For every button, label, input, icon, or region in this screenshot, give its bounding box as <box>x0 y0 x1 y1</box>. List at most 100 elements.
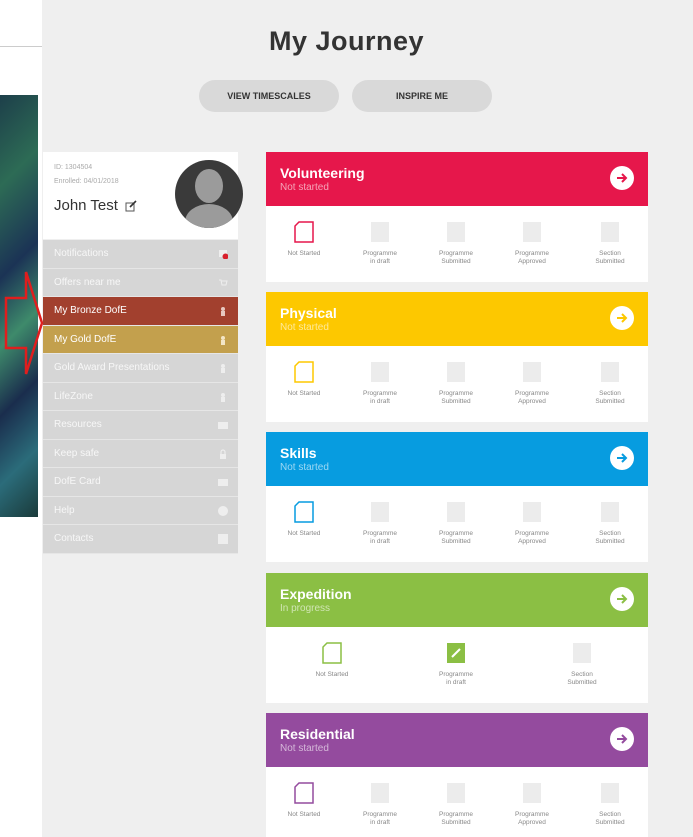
section-header[interactable]: Expedition In progress <box>266 573 648 627</box>
sidebar-item-my-gold-dofe[interactable]: My Gold DofE <box>43 325 238 354</box>
enrolled-date: Enrolled: 04/01/2018 <box>54 178 119 185</box>
step-programme-submitted: Programme Submitted <box>418 206 494 282</box>
view-timescales-button[interactable]: VIEW TIMESCALES <box>199 80 339 112</box>
sidebar-item-dofe-card[interactable]: DofE Card <box>43 468 238 497</box>
sidebar-item-keep-safe[interactable]: Keep safe <box>43 439 238 468</box>
sidebar-item-label: Notifications <box>54 248 109 260</box>
participant-name: John Test <box>54 197 118 214</box>
help-icon <box>218 505 228 516</box>
sidebar-item-label: Gold Award Presentations <box>54 362 170 374</box>
award-icon <box>221 307 225 316</box>
step-not-started: Not Started <box>266 206 342 282</box>
section-status: In progress <box>280 603 331 614</box>
step-section-submitted: Section Submitted <box>572 346 648 422</box>
lock-icon <box>220 448 226 459</box>
step-programme-in-draft: Programme in draft <box>418 627 494 703</box>
submitted-document-icon <box>447 222 465 242</box>
sidebar-item-offers-near-me[interactable]: Offers near me <box>43 268 238 297</box>
folder-icon <box>218 422 228 429</box>
step-not-started: Not Started <box>266 486 342 562</box>
arrow-right-icon[interactable] <box>610 446 634 470</box>
profile-card: ID: 1304504 Enrolled: 04/01/2018 John Te… <box>43 152 243 239</box>
sidebar-item-label: Keep safe <box>54 447 100 459</box>
step-programme-approved: Programme Approved <box>494 206 570 282</box>
approved-document-icon <box>523 783 541 803</box>
step-programme-in-draft: Programme in draft <box>342 206 418 282</box>
section-document-icon <box>601 362 619 382</box>
section-title: Skills <box>280 445 317 461</box>
step-section-submitted: Section Submitted <box>544 627 620 703</box>
step-programme-approved: Programme Approved <box>494 767 570 837</box>
submitted-document-icon <box>447 362 465 382</box>
edit-icon[interactable] <box>125 200 137 212</box>
award-icon <box>221 335 225 345</box>
submitted-document-icon <box>447 783 465 803</box>
section-document-icon <box>601 783 619 803</box>
contact-icon <box>218 534 228 544</box>
step-not-started: Not Started <box>294 627 370 703</box>
step-programme-in-draft: Programme in draft <box>342 346 418 422</box>
sidebar-item-label: Resources <box>54 419 102 431</box>
step-programme-in-draft: Programme in draft <box>342 486 418 562</box>
submitted-document-icon <box>447 502 465 522</box>
section-title: Physical <box>280 305 337 321</box>
step-not-started: Not Started <box>266 346 342 422</box>
document-icon <box>294 782 314 804</box>
arrow-right-icon[interactable] <box>610 166 634 190</box>
award-icon <box>221 392 225 402</box>
section-header[interactable]: Volunteering Not started <box>266 152 648 206</box>
sidebar-item-notifications[interactable]: Notifications <box>43 240 238 269</box>
sidebar-item-label: Contacts <box>54 533 94 545</box>
sidebar-item-label: Help <box>54 504 75 516</box>
sidebar-item-my-bronze-dofe[interactable]: My Bronze DofE <box>43 297 238 326</box>
document-icon <box>322 642 342 664</box>
arrow-right-icon[interactable] <box>610 727 634 751</box>
avatar[interactable] <box>175 160 243 228</box>
section-document-icon <box>573 643 591 663</box>
sidebar-item-resources[interactable]: Resources <box>43 411 238 440</box>
inspire-me-button[interactable]: INSPIRE ME <box>352 80 492 112</box>
section-card-residential: Residential Not started Not Started Prog… <box>266 713 648 837</box>
sidebar-item-label: Offers near me <box>54 276 121 288</box>
step-not-started: Not Started <box>266 767 342 837</box>
arrow-right-icon[interactable] <box>610 306 634 330</box>
section-status: Not started <box>280 322 329 333</box>
award-icon <box>221 364 225 373</box>
pencil-document-icon <box>371 362 389 382</box>
section-status: Not started <box>280 462 329 473</box>
pencil-document-icon <box>371 502 389 522</box>
sidebar-item-label: My Gold DofE <box>54 333 117 345</box>
step-programme-submitted: Programme Submitted <box>418 486 494 562</box>
document-icon <box>294 221 314 243</box>
sidebar-item-help[interactable]: Help <box>43 496 238 525</box>
step-programme-approved: Programme Approved <box>494 486 570 562</box>
sidebar-item-gold-award-presentations[interactable]: Gold Award Presentations <box>43 354 238 383</box>
sidebar-item-contacts[interactable]: Contacts <box>43 525 238 554</box>
step-section-submitted: Section Submitted <box>572 206 648 282</box>
arrow-right-icon[interactable] <box>610 587 634 611</box>
section-card-physical: Physical Not started Not Started Program… <box>266 292 648 422</box>
sidebar-item-label: My Bronze DofE <box>54 305 127 317</box>
approved-document-icon <box>523 362 541 382</box>
section-status: Not started <box>280 743 329 754</box>
section-title: Volunteering <box>280 165 365 181</box>
section-title: Residential <box>280 726 355 742</box>
section-card-expedition: Expedition In progress Not Started Progr… <box>266 573 648 703</box>
sidebar-item-label: LifeZone <box>54 390 93 402</box>
step-programme-submitted: Programme Submitted <box>418 767 494 837</box>
section-header[interactable]: Residential Not started <box>266 713 648 767</box>
sidebar-item-lifezone[interactable]: LifeZone <box>43 382 238 411</box>
cart-icon <box>219 279 228 285</box>
section-status: Not started <box>280 182 329 193</box>
sidebar-item-label: DofE Card <box>54 476 101 488</box>
section-card-volunteering: Volunteering Not started Not Started Pro… <box>266 152 648 282</box>
approved-document-icon <box>523 502 541 522</box>
section-header[interactable]: Skills Not started <box>266 432 648 486</box>
step-section-submitted: Section Submitted <box>572 486 648 562</box>
card-icon <box>218 479 228 486</box>
bell-icon <box>219 250 228 259</box>
section-header[interactable]: Physical Not started <box>266 292 648 346</box>
section-document-icon <box>601 222 619 242</box>
approved-document-icon <box>523 222 541 242</box>
step-programme-submitted: Programme Submitted <box>418 346 494 422</box>
